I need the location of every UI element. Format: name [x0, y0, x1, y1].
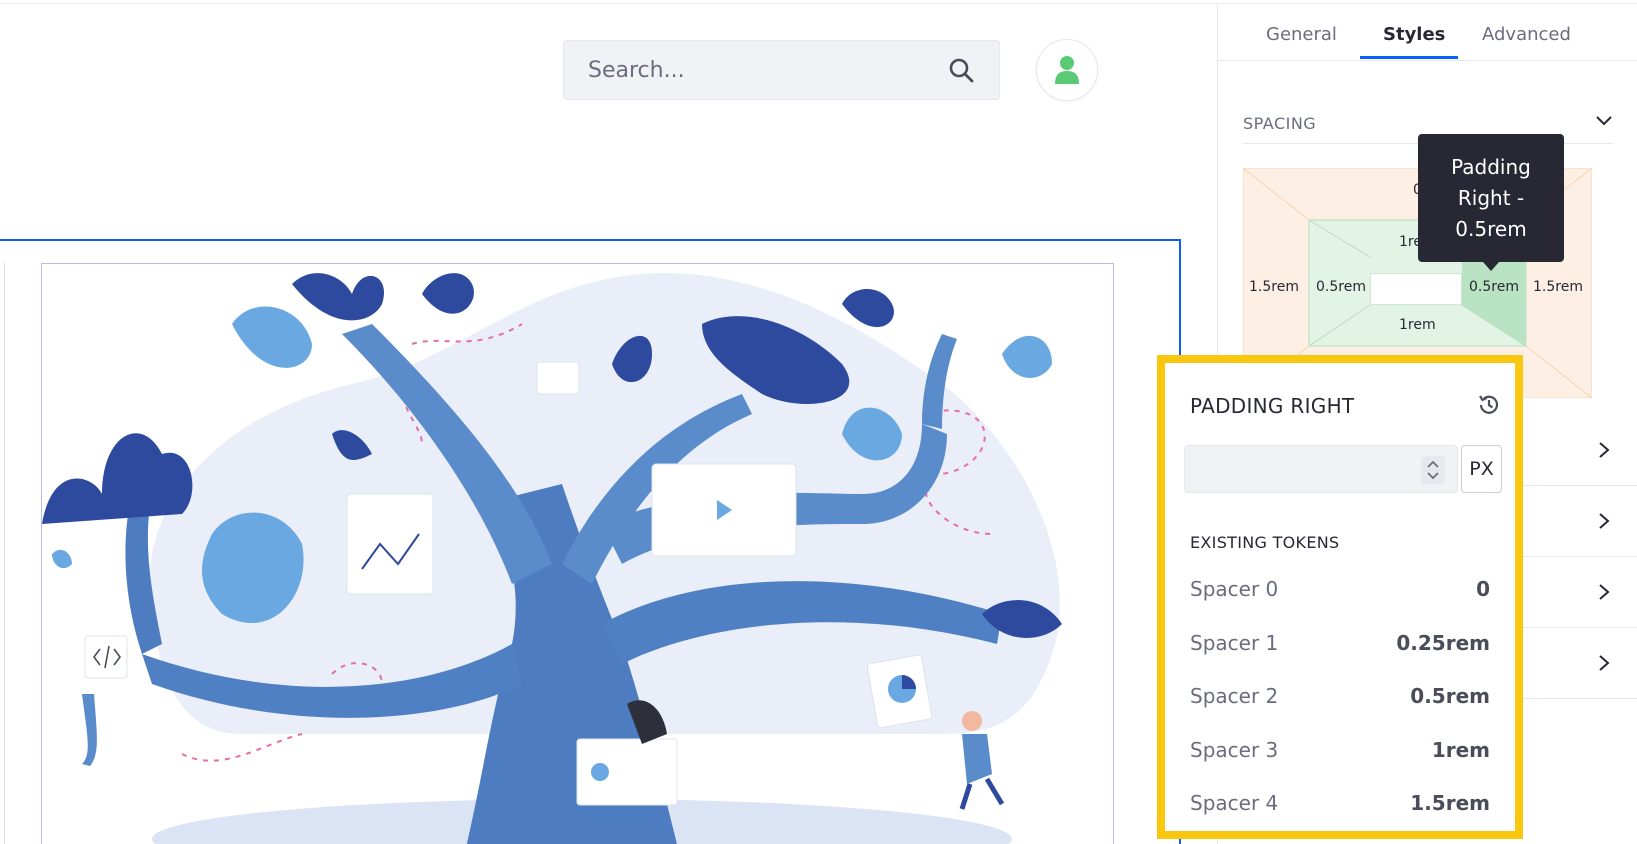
column-guide: [4, 263, 5, 844]
avatar[interactable]: [1036, 39, 1098, 101]
token-name: Spacer 1: [1190, 631, 1279, 655]
stepper-icon[interactable]: [1421, 456, 1445, 484]
token-name: Spacer 4: [1190, 791, 1279, 815]
margin-right-value[interactable]: 1.5rem: [1533, 279, 1583, 295]
tooltip-text: Padding Right - 0.5rem: [1451, 155, 1531, 241]
existing-tokens-heading: EXISTING TOKENS: [1190, 533, 1340, 552]
chevron-right-icon[interactable]: [1598, 583, 1610, 601]
token-value: 0: [1476, 577, 1490, 601]
tooltip-arrow: [1483, 262, 1499, 271]
user-icon: [1055, 56, 1079, 84]
hero-illustration[interactable]: [41, 263, 1114, 844]
token-value: 0.5rem: [1410, 684, 1490, 708]
page-canvas: [0, 0, 1217, 844]
spacing-title: SPACING: [1243, 114, 1317, 133]
token-name: Spacer 0: [1190, 577, 1279, 601]
content-box: [1370, 273, 1462, 305]
tab-general[interactable]: General: [1266, 24, 1337, 45]
padding-left-value[interactable]: 0.5rem: [1316, 279, 1366, 295]
padding-right-tooltip: Padding Right - 0.5rem: [1418, 134, 1564, 262]
padding-bottom-value[interactable]: 1rem: [1399, 317, 1436, 333]
token-option[interactable]: Spacer 0 0: [1190, 569, 1490, 609]
padding-value-field: [1184, 445, 1458, 493]
search-icon[interactable]: [947, 56, 975, 84]
padding-right-popover: PADDING RIGHT PX EXISTING TOKENS Spacer …: [1157, 355, 1523, 839]
token-option[interactable]: Spacer 1 0.25rem: [1190, 623, 1490, 663]
token-name: Spacer 3: [1190, 738, 1279, 762]
padding-value-input[interactable]: [1185, 446, 1415, 492]
reset-history-icon[interactable]: [1476, 392, 1502, 418]
tree-illustration: [42, 273, 1062, 844]
search-box[interactable]: [563, 40, 1000, 100]
active-tab-indicator: [1360, 56, 1458, 59]
chevron-right-icon[interactable]: [1598, 512, 1610, 530]
token-name: Spacer 2: [1190, 684, 1279, 708]
token-option[interactable]: Spacer 3 1rem: [1190, 730, 1490, 770]
unit-select-button[interactable]: PX: [1461, 445, 1502, 493]
chevron-right-icon[interactable]: [1598, 654, 1610, 672]
token-option[interactable]: Spacer 2 0.5rem: [1190, 676, 1490, 716]
chevron-down-icon[interactable]: [1595, 114, 1613, 128]
popover-title: PADDING RIGHT: [1190, 394, 1355, 418]
token-option[interactable]: Spacer 4 1.5rem: [1190, 783, 1490, 823]
sidebar-tabs: General Styles Advanced: [1218, 4, 1637, 61]
tab-styles[interactable]: Styles: [1383, 24, 1445, 45]
search-input[interactable]: [588, 57, 947, 83]
margin-left-value[interactable]: 1.5rem: [1249, 279, 1299, 295]
token-value: 1rem: [1431, 738, 1490, 762]
padding-right-value[interactable]: 0.5rem: [1469, 279, 1519, 295]
chevron-right-icon[interactable]: [1598, 441, 1610, 459]
token-value: 0.25rem: [1396, 631, 1490, 655]
token-value: 1.5rem: [1410, 791, 1490, 815]
tab-advanced[interactable]: Advanced: [1482, 24, 1571, 45]
